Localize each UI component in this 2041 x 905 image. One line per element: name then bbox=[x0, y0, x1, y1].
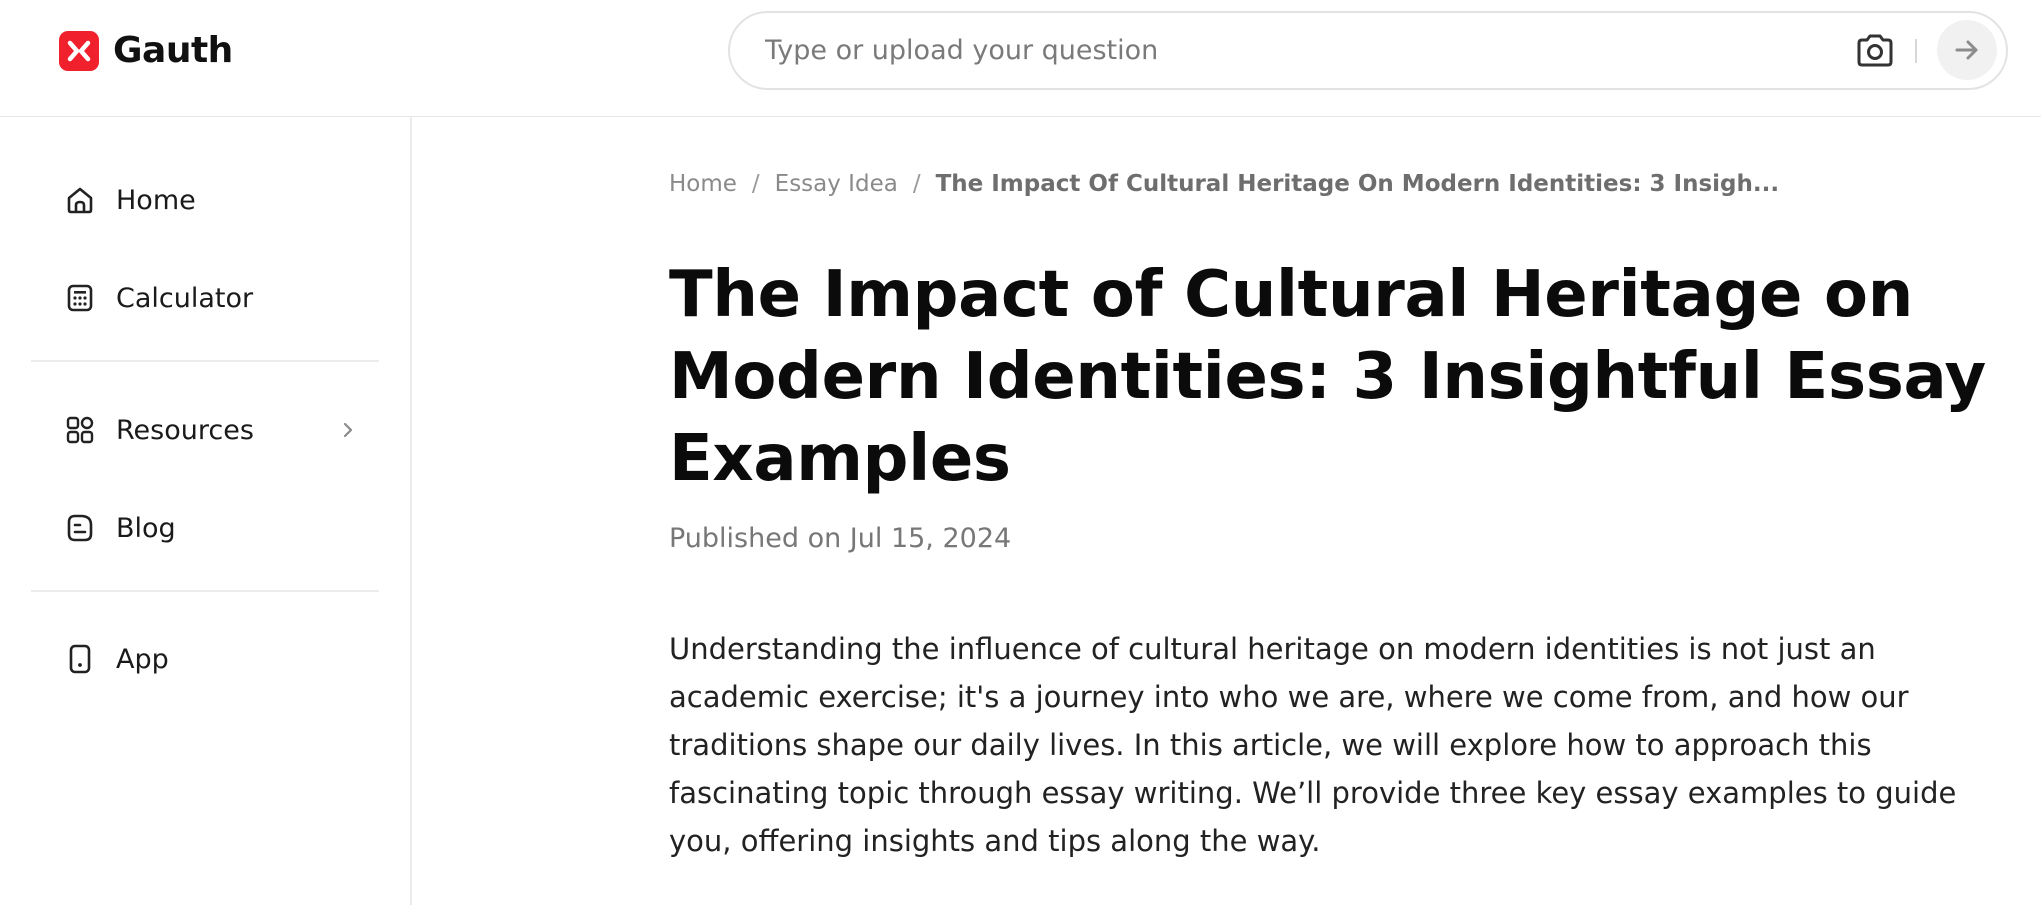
camera-icon bbox=[1857, 34, 1893, 67]
breadcrumb-separator: / bbox=[751, 171, 760, 197]
arrow-right-icon bbox=[1955, 40, 1978, 60]
article-title: The Impact of Cultural Heritage on Moder… bbox=[669, 258, 1986, 496]
camera-upload-button[interactable] bbox=[1854, 32, 1896, 70]
question-search-bar bbox=[728, 11, 2008, 90]
left-sidebar: Home Calculator Resources Blog App bbox=[0, 117, 412, 905]
sidebar-item-app[interactable]: App bbox=[30, 624, 380, 694]
grid-icon bbox=[64, 414, 96, 446]
phone-icon bbox=[64, 643, 96, 675]
question-search-input[interactable] bbox=[763, 13, 1763, 88]
calculator-icon bbox=[64, 282, 96, 314]
breadcrumb: Home / Essay Idea / The Impact Of Cultur… bbox=[669, 171, 1779, 197]
sidebar-item-label: Calculator bbox=[116, 282, 254, 314]
search-divider bbox=[1915, 39, 1917, 63]
article-intro-paragraph: Understanding the influence of cultural … bbox=[669, 632, 1957, 858]
top-header: Gauth bbox=[0, 0, 2041, 117]
blog-icon bbox=[64, 512, 96, 544]
breadcrumb-current: The Impact Of Cultural Heritage On Moder… bbox=[935, 171, 1780, 197]
submit-question-button[interactable] bbox=[1937, 20, 1997, 80]
publish-date: Published on Jul 15, 2024 bbox=[669, 523, 1012, 554]
sidebar-item-label: Resources bbox=[116, 414, 254, 446]
sidebar-item-calculator[interactable]: Calculator bbox=[30, 263, 380, 333]
sidebar-item-blog[interactable]: Blog bbox=[30, 493, 380, 563]
sidebar-item-label: App bbox=[116, 643, 169, 675]
gauth-logo-icon bbox=[59, 30, 99, 71]
breadcrumb-category-link[interactable]: Essay Idea bbox=[775, 171, 898, 197]
brand-name: Gauth bbox=[113, 30, 233, 71]
sidebar-divider bbox=[31, 360, 379, 362]
sidebar-item-label: Home bbox=[116, 184, 196, 216]
sidebar-item-home[interactable]: Home bbox=[30, 165, 380, 235]
sidebar-divider bbox=[31, 590, 379, 592]
chevron-right-icon bbox=[336, 418, 360, 442]
home-icon bbox=[64, 184, 96, 216]
breadcrumb-separator: / bbox=[912, 171, 921, 197]
sidebar-item-resources[interactable]: Resources bbox=[30, 395, 380, 465]
sidebar-item-label: Blog bbox=[116, 512, 176, 544]
breadcrumb-home-link[interactable]: Home bbox=[669, 171, 737, 197]
brand-logo[interactable]: Gauth bbox=[59, 30, 233, 71]
